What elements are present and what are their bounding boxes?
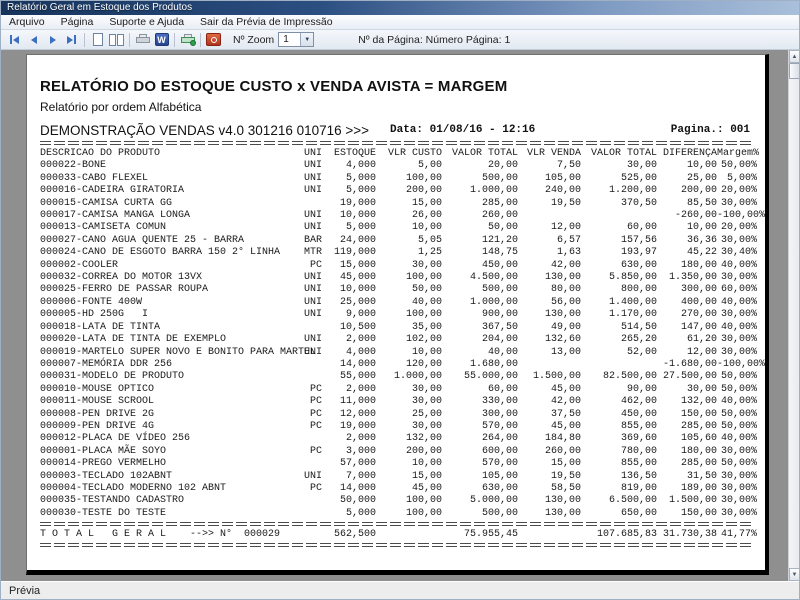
system-version-line: DEMONSTRAÇÃO VENDAS v4.0 301216 010716 >… <box>40 123 370 138</box>
table-row: 000024-CANO DE ESGOTO BARRA 150 2° LINHA… <box>40 247 757 259</box>
total-valor-venda: 107.685,83 <box>597 529 658 541</box>
toolbar: W Nº Zoom 1 ▼ Nº da Página: Número Págin… <box>1 30 799 50</box>
total-row: T O T A L G E R A L -->> N° 000029 562,5… <box>40 529 757 541</box>
zoom-label: Nº Zoom <box>233 33 275 46</box>
table-row: 000003-TECLADO 102ABNT UNI 7,000 15,00 105,0… <box>40 470 757 482</box>
two-page-icon <box>109 33 116 46</box>
toolbar-separator <box>84 32 85 47</box>
report-title: RELATÓRIO DO ESTOQUE CUSTO x VENDA AVIST… <box>40 78 508 95</box>
table-row: 000013-CAMISETA COMUN UNI 5,000 10,00 50,00 1… <box>40 222 757 234</box>
exit-icon <box>206 33 221 46</box>
next-page-icon <box>49 35 56 44</box>
report-subtitle: Relatório por ordem Alfabética <box>40 100 202 114</box>
status-bar: Prévia <box>1 581 799 599</box>
print-button[interactable] <box>133 31 152 48</box>
table-row: 000018-LATA DE TINTA 10,500 35,00 367,50 49,… <box>40 321 757 333</box>
table-header-row: DESCRICAO DO PRODUTO UNI ESTOQUE VLR CUSTO V… <box>40 148 760 159</box>
table-row: 000004-TECLADO MODERNO 102 ABNT PC 14,000 4… <box>40 482 757 494</box>
status-text: Prévia <box>9 584 41 597</box>
total-estoque: 562,500 <box>334 529 377 541</box>
menu-item[interactable]: Sair da Prévia de Impressão <box>192 15 340 29</box>
table-row: 000033-CABO FLEXEL UNI 5,000 100,00 500,00 10… <box>40 172 757 184</box>
table-row: 000027-CANO AGUA QUENTE 25 - BARRA BAR 24,… <box>40 234 757 246</box>
window-title: Relatório Geral em Estoque dos Produtos <box>7 2 193 13</box>
report-page-number: Pagina.: 001 <box>670 124 750 136</box>
menu-item[interactable]: Arquivo <box>1 15 53 29</box>
table-row: 000014-PREGO VERMELHO 57,000 10,00 570,00 15… <box>40 458 757 470</box>
export-word-button[interactable]: W <box>152 31 171 48</box>
table-row: 000012-PLACA DE VÍDEO 256 2,000 132,00 264,… <box>40 433 757 445</box>
table-row: 000016-CADEIRA GIRATORIA UNI 5,000 200,00 1.… <box>40 185 757 197</box>
first-page-button[interactable] <box>5 31 24 48</box>
table-row: 000001-PLACA MÃE SOYO PC 3,000 200,00 600,00… <box>40 445 757 457</box>
table-row: 000011-MOUSE SCROOL PC 11,000 30,00 330,00 42… <box>40 396 757 408</box>
double-rule <box>40 522 752 527</box>
report-header-row: DEMONSTRAÇÃO VENDAS v4.0 301216 010716 >… <box>40 122 752 138</box>
zoom-value: 1 <box>283 34 289 45</box>
print-setup-button[interactable] <box>178 31 197 48</box>
menu-item[interactable]: Página <box>53 15 102 29</box>
table-row: 000022-BONE UNI 4,000 5,00 20,00 7,50 30,00 10,… <box>40 160 757 172</box>
report-total-table: T O T A L G E R A L -->> N° 000029 562,5… <box>40 529 757 541</box>
table-row: 000005-HD 250G I UNI 9,000 100,00 900,00 130,… <box>40 309 757 321</box>
two-page-view-button[interactable] <box>107 31 126 48</box>
table-row: 000031-MODELO DE PRODUTO 55,000 1.000,00 55… <box>40 371 757 383</box>
scrollbar-thumb[interactable] <box>789 63 799 79</box>
toolbar-separator <box>129 32 130 47</box>
toolbar-separator <box>174 32 175 47</box>
report-table: DESCRICAO DO PRODUTO UNI ESTOQUE VLR CUSTO V… <box>40 148 766 520</box>
table-row: 000030-TESTE DO TESTE 5,000 100,00 500,00 13… <box>40 507 757 519</box>
toolbar-separator <box>200 32 201 47</box>
single-page-view-button[interactable] <box>88 31 107 48</box>
last-page-icon <box>67 35 73 44</box>
previous-page-icon <box>30 35 37 44</box>
table-row: 000007-MEMÓRIA DDR 256 14,000 120,00 1.680,… <box>40 358 766 370</box>
zoom-select[interactable]: 1 ▼ <box>278 32 315 47</box>
report-page: RELATÓRIO DO ESTOQUE CUSTO x VENDA AVIST… <box>26 54 769 575</box>
preview-area: RELATÓRIO DO ESTOQUE CUSTO x VENDA AVIST… <box>1 50 799 581</box>
app-window: Relatório Geral em Estoque dos Produtos … <box>0 0 800 600</box>
scroll-down-icon[interactable]: ▼ <box>789 568 799 581</box>
window-titlebar: Relatório Geral em Estoque dos Produtos <box>1 1 799 15</box>
table-row: 000008-PEN DRIVE 2G PC 12,000 25,00 300,00 37… <box>40 408 757 420</box>
next-page-button[interactable] <box>43 31 62 48</box>
printer-icon <box>135 34 150 45</box>
report-table-body: 000022-BONE UNI 4,000 5,00 20,00 7,50 30,00 10,… <box>40 160 766 520</box>
menu-bar: Arquivo Página Suporte e Ajuda Sair da Prév… <box>1 15 799 30</box>
table-row: 000020-LATA DE TINTA DE EXEMPLO UNI 2,000 1… <box>40 334 757 346</box>
single-page-icon <box>92 33 103 46</box>
total-diferenca: 31.730,38 <box>663 529 718 541</box>
exit-preview-button[interactable] <box>204 31 223 48</box>
menu-item[interactable]: Suporte e Ajuda <box>101 15 192 29</box>
table-row: 000017-CAMISA MANGA LONGA UNI 10,000 26,00 2… <box>40 210 766 222</box>
table-row: 000025-FERRO DE PASSAR ROUPA UNI 10,000 50,… <box>40 284 757 296</box>
first-page-icon <box>10 35 12 44</box>
print-export-icon <box>180 34 196 46</box>
page-number-info: Nº da Página: Número Página: 1 <box>358 33 511 46</box>
word-icon: W <box>154 33 169 46</box>
report-date: Data: 01/08/16 - 12:16 <box>390 124 536 136</box>
table-row: 000019-MARTELO SUPER NOVO E BONITO PARA … <box>40 346 757 358</box>
table-row: 000015-CAMISA CURTA GG 19,000 15,00 285,00 1… <box>40 197 757 209</box>
total-margem: 41,77% <box>721 529 758 541</box>
table-row: 000002-COOLER PC 15,000 30,00 450,00 42,00 630… <box>40 259 757 271</box>
total-label: T O T A L G E R A L -->> N° 000029 <box>40 529 281 541</box>
scroll-up-icon[interactable]: ▲ <box>789 50 799 63</box>
table-row: 000032-CORREA DO MOTOR 13VX UNI 45,000 100,… <box>40 272 757 284</box>
chevron-down-icon[interactable]: ▼ <box>300 33 314 46</box>
table-row: 000006-FONTE 400W UNI 25,000 40,00 1.000,00 5… <box>40 296 757 308</box>
previous-page-button[interactable] <box>24 31 43 48</box>
total-valor-custo: 75.955,45 <box>464 529 519 541</box>
table-row: 000035-TESTANDO CADASTRO 50,000 100,00 5.00… <box>40 495 757 507</box>
table-row: 000010-MOUSE OPTICO PC 2,000 30,00 60,00 45,0… <box>40 383 757 395</box>
double-rule <box>40 542 752 548</box>
table-row: 000009-PEN DRIVE 4G PC 19,000 30,00 570,00 45… <box>40 420 757 432</box>
double-rule <box>40 141 752 146</box>
last-page-button[interactable] <box>62 31 81 48</box>
vertical-scrollbar[interactable]: ▲ ▼ <box>788 50 799 581</box>
